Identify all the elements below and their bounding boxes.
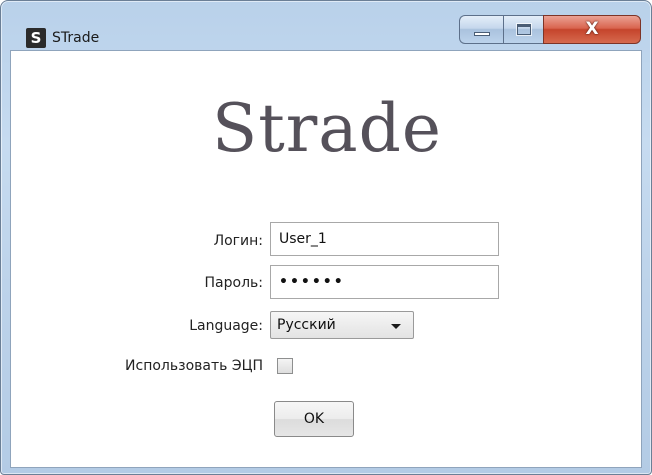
login-input[interactable]: User_1 [270, 222, 499, 256]
maximize-icon [516, 23, 532, 36]
minimize-icon [474, 32, 490, 36]
close-icon: X [585, 19, 599, 39]
minimize-button[interactable] [459, 15, 503, 44]
language-label: Language: [189, 318, 263, 334]
title-bar[interactable]: S STrade X [1, 1, 651, 49]
language-selected-value: Русский [277, 317, 336, 333]
caption-buttons: X [459, 15, 641, 44]
brand-logo-text: Strade [212, 90, 442, 167]
login-panel: Strade Логин: User_1 Пароль: •••••• Lang… [10, 50, 642, 468]
digital-signature-label: Использовать ЭЦП [125, 358, 263, 374]
login-label: Логин: [213, 233, 263, 249]
app-window: S STrade X Strade Логин: User_1 Пароль: … [0, 0, 652, 475]
digital-signature-checkbox[interactable] [277, 358, 293, 374]
maximize-button[interactable] [503, 15, 543, 44]
language-select[interactable]: Русский [270, 311, 414, 339]
password-input[interactable]: •••••• [270, 265, 499, 299]
app-icon[interactable]: S [26, 28, 46, 48]
password-label: Пароль: [204, 275, 263, 291]
ok-button[interactable]: OK [274, 401, 354, 437]
close-button[interactable]: X [543, 15, 641, 44]
window-title: STrade [52, 30, 100, 46]
chevron-down-icon [391, 324, 401, 329]
